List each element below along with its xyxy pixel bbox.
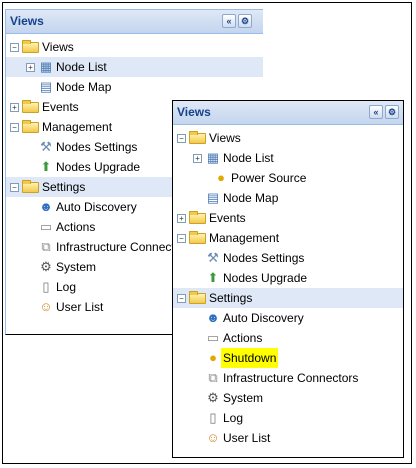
- tree-item-user-list[interactable]: ☺ User List: [173, 428, 403, 448]
- tree-item-node-list[interactable]: + ▦ Node List: [6, 57, 263, 77]
- folder-icon: [189, 291, 206, 304]
- connectors-icon: ⧉: [208, 370, 218, 385]
- nodes-settings-icon: ⚒: [40, 139, 52, 154]
- lightbulb-icon: ●: [217, 170, 225, 185]
- folder-icon: [22, 120, 39, 133]
- tree-item-nodes-settings[interactable]: ⚒ Nodes Settings: [173, 248, 403, 268]
- tree-item-node-list[interactable]: + ▦ Node List: [173, 148, 403, 168]
- expand-toggle-icon[interactable]: +: [177, 214, 186, 223]
- tree-item-auto-discovery[interactable]: ☻ Auto Discovery: [173, 308, 403, 328]
- tree-item-management[interactable]: − Management: [173, 228, 403, 248]
- tree-item-label: Views: [209, 131, 241, 145]
- tree-item-label: Management: [209, 231, 280, 245]
- tree-item-label: Node List: [56, 60, 107, 74]
- tree-item-power-source[interactable]: ● Power Source: [173, 168, 403, 188]
- tree-item-label: Management: [42, 120, 113, 134]
- panel-title: Views: [10, 14, 44, 28]
- collapse-toggle-icon[interactable]: −: [10, 183, 19, 192]
- tree-item-label: Events: [42, 100, 79, 114]
- nav-tree: − Views + ▦ Node List ● Power Source ▤ N…: [173, 125, 403, 448]
- nodes-upgrade-icon: ⬆: [40, 159, 52, 174]
- folder-icon: [22, 180, 39, 193]
- user-search-icon: ☻: [206, 310, 220, 325]
- tree-item-label: User List: [56, 300, 104, 314]
- log-icon: ▯: [209, 410, 217, 425]
- tree-item-label: Settings: [209, 291, 253, 305]
- collapse-toggle-icon[interactable]: −: [10, 123, 19, 132]
- tree-item-label: Events: [209, 211, 246, 225]
- tree-item-shutdown[interactable]: ● Shutdown: [173, 348, 403, 368]
- tree-item-label: Actions: [223, 331, 263, 345]
- folder-icon: [22, 100, 39, 113]
- system-gear-icon: ⚙: [207, 390, 219, 405]
- node-map-icon: ▤: [206, 190, 220, 205]
- tree-item-settings[interactable]: − Settings: [173, 288, 403, 308]
- tree-item-node-map[interactable]: ▤ Node Map: [6, 77, 263, 97]
- tree-item-label: Views: [42, 40, 74, 54]
- tree-item-label: Auto Discovery: [223, 311, 304, 325]
- user-search-icon: ☻: [39, 199, 53, 214]
- views-panel-front: Views « ⚙ − Views + ▦ Node List ● Power …: [172, 100, 404, 458]
- tree-item-actions[interactable]: ▭ Actions: [173, 328, 403, 348]
- panel-title: Views: [177, 105, 211, 119]
- actions-icon: ▭: [206, 330, 220, 345]
- collapse-button[interactable]: «: [222, 14, 236, 28]
- tree-item-node-map[interactable]: ▤ Node Map: [173, 188, 403, 208]
- collapse-button[interactable]: «: [369, 105, 383, 119]
- tree-item-views[interactable]: − Views: [173, 128, 403, 148]
- tree-item-nodes-upgrade[interactable]: ⬆ Nodes Upgrade: [173, 268, 403, 288]
- system-gear-icon: ⚙: [40, 259, 52, 274]
- tree-item-label: Auto Discovery: [56, 200, 137, 214]
- connectors-icon: ⧉: [41, 239, 51, 254]
- tree-item-label: Infrastructure Connectors: [223, 371, 359, 385]
- collapse-toggle-icon[interactable]: −: [177, 134, 186, 143]
- expand-toggle-icon[interactable]: +: [193, 154, 202, 163]
- tree-item-label: Settings: [42, 180, 86, 194]
- folder-icon: [189, 131, 206, 144]
- tree-item-label: Log: [56, 280, 77, 294]
- tree-item-events[interactable]: + Events: [173, 208, 403, 228]
- expand-toggle-icon[interactable]: +: [26, 63, 35, 72]
- folder-icon: [189, 211, 206, 224]
- tree-item-label: Power Source: [231, 171, 307, 185]
- tree-item-label: Actions: [56, 220, 96, 234]
- expand-toggle-icon[interactable]: +: [10, 103, 19, 112]
- gear-icon[interactable]: ⚙: [385, 105, 399, 119]
- tree-item-label: Shutdown: [221, 348, 279, 368]
- tree-item-infrastructure-connectors[interactable]: ⧉ Infrastructure Connectors: [173, 368, 403, 388]
- panel-titlebar: Views « ⚙: [173, 101, 403, 125]
- tree-item-label: System: [56, 260, 97, 274]
- tree-item-label: Nodes Settings: [56, 140, 138, 154]
- tree-item-label: Node Map: [223, 191, 279, 205]
- tree-item-log[interactable]: ▯ Log: [173, 408, 403, 428]
- tree-item-label: Node List: [223, 151, 274, 165]
- tree-item-system[interactable]: ⚙ System: [173, 388, 403, 408]
- tree-item-label: Nodes Settings: [223, 251, 305, 265]
- users-icon: ☺: [39, 299, 53, 314]
- node-list-icon: ▦: [206, 150, 220, 165]
- collapse-toggle-icon[interactable]: −: [177, 294, 186, 303]
- tree-item-label: Node Map: [56, 80, 112, 94]
- tree-item-views[interactable]: − Views: [6, 37, 263, 57]
- tree-item-label: System: [223, 391, 264, 405]
- log-icon: ▯: [42, 279, 50, 294]
- tree-item-label: Nodes Upgrade: [223, 271, 308, 285]
- nodes-upgrade-icon: ⬆: [207, 270, 219, 285]
- shutdown-bulb-icon: ●: [209, 350, 217, 365]
- node-map-icon: ▤: [39, 79, 53, 94]
- collapse-toggle-icon[interactable]: −: [177, 234, 186, 243]
- actions-icon: ▭: [39, 219, 53, 234]
- folder-icon: [189, 231, 206, 244]
- tree-item-label: User List: [223, 431, 271, 445]
- nodes-settings-icon: ⚒: [207, 250, 219, 265]
- tree-item-label: Log: [223, 411, 244, 425]
- users-icon: ☺: [206, 430, 220, 445]
- gear-icon[interactable]: ⚙: [238, 14, 252, 28]
- node-list-icon: ▦: [39, 59, 53, 74]
- panel-titlebar: Views « ⚙: [6, 10, 263, 34]
- tree-item-label: Nodes Upgrade: [56, 160, 141, 174]
- collapse-toggle-icon[interactable]: −: [10, 43, 19, 52]
- folder-icon: [22, 40, 39, 53]
